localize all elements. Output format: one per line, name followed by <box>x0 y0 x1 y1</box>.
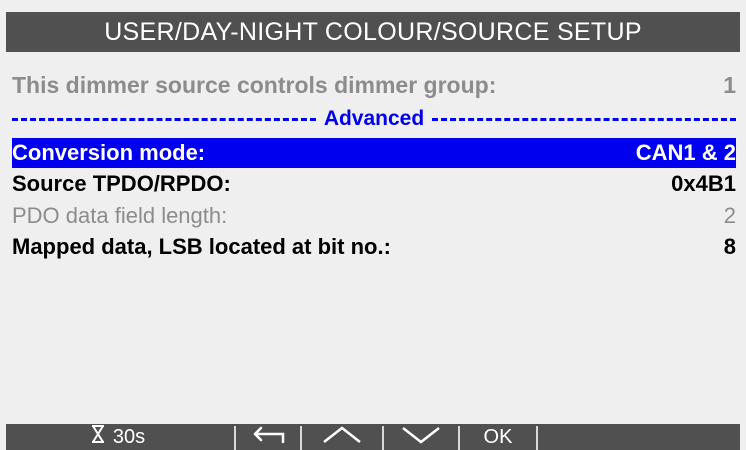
divider-dash-left <box>12 117 316 121</box>
return-arrow-icon <box>249 424 287 450</box>
screen: USER/DAY-NIGHT COLOUR/SOURCE SETUP This … <box>0 0 746 450</box>
menu-row-label: PDO data field length: <box>12 203 228 228</box>
divider-dash-right <box>432 117 736 121</box>
timer-softkey[interactable]: 30s <box>68 424 168 450</box>
hourglass-icon <box>91 425 105 449</box>
menu-row-label: Conversion mode: <box>12 140 206 165</box>
chevron-down-icon <box>399 424 443 450</box>
menu-row-dimmer-group: This dimmer source controls dimmer group… <box>12 70 736 100</box>
menu-row-value: 8 <box>723 234 736 259</box>
timer-label: 30s <box>112 425 146 448</box>
menu-row-conversion-mode[interactable]: Conversion mode: CAN1 & 2 <box>12 138 736 168</box>
up-softkey[interactable] <box>302 424 382 450</box>
menu-row-lsb-bit[interactable]: Mapped data, LSB located at bit no.: 8 <box>12 232 736 262</box>
divider-label: Advanced <box>323 108 425 130</box>
back-softkey[interactable] <box>236 424 300 450</box>
section-divider-advanced: Advanced <box>12 108 736 130</box>
down-softkey[interactable] <box>384 424 458 450</box>
menu-row-label: Source TPDO/RPDO: <box>12 171 231 196</box>
menu-row-value: 1 <box>723 72 736 98</box>
softkey-divider <box>536 426 538 450</box>
ok-softkey[interactable]: OK <box>460 424 536 450</box>
softkey-bar: 30s OK <box>6 424 740 450</box>
menu-row-value: 0x4B1 <box>671 171 736 196</box>
menu-row-value: CAN1 & 2 <box>635 140 736 165</box>
menu-row-label: Mapped data, LSB located at bit no.: <box>12 234 391 259</box>
menu-row-value: 2 <box>723 203 736 228</box>
menu-row-source-pdo[interactable]: Source TPDO/RPDO: 0x4B1 <box>12 169 736 199</box>
menu-row-pdo-length: PDO data field length: 2 <box>12 201 736 231</box>
page-title: USER/DAY-NIGHT COLOUR/SOURCE SETUP <box>6 12 740 52</box>
chevron-up-icon <box>320 424 364 450</box>
menu-row-label: This dimmer source controls dimmer group… <box>12 72 497 98</box>
